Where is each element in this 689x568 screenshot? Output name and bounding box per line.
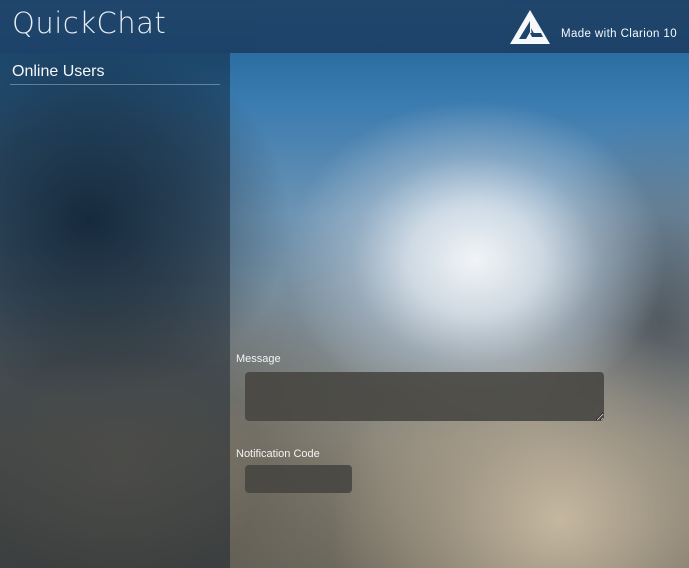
app-title: QuickChat	[12, 6, 167, 40]
brand-badge: Made with Clarion 10	[509, 9, 677, 45]
notification-code-label: Notification Code	[236, 448, 320, 460]
notification-code-input[interactable]	[245, 465, 352, 493]
brand-text: Made with Clarion 10	[560, 28, 677, 40]
header-bar: QuickChat Made with Clarion 10	[0, 0, 689, 53]
message-label: Message	[236, 353, 281, 365]
online-users-panel: Online Users	[0, 53, 230, 568]
online-users-heading: Online Users	[10, 63, 220, 85]
message-input[interactable]	[245, 372, 604, 421]
clarion-logo-icon	[509, 10, 550, 44]
quickchat-window: QuickChat Made with Clarion 10 Online Us…	[0, 0, 689, 568]
